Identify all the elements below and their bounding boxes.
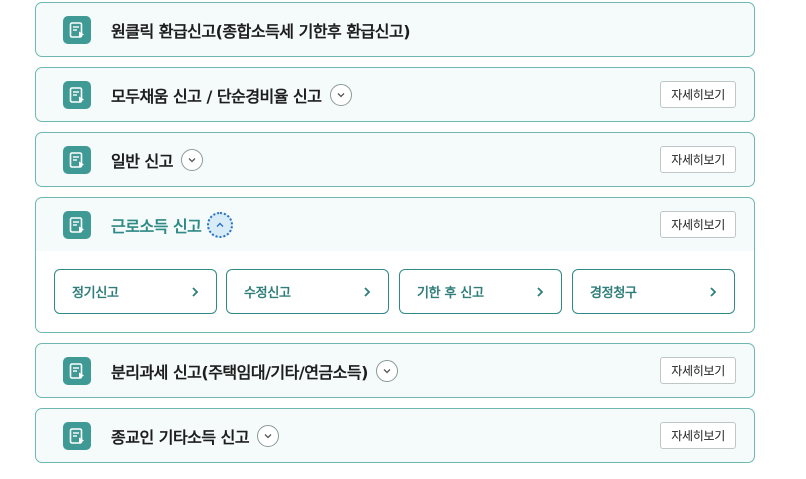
sub-option-late-report[interactable]: 기한 후 신고 [399,269,562,314]
sub-option-label: 정기신고 [72,286,119,301]
chevron-right-icon [192,286,199,297]
card-title: 원클릭 환급신고(종합소득세 기한후 환급신고) [111,21,411,41]
chevron-right-icon [364,286,371,297]
detail-view-button[interactable]: 자세히보기 [660,211,736,238]
document-play-icon [63,145,91,174]
sub-option-panel: 정기신고 수정신고 기한 후 신고 경정청구 [36,251,754,332]
report-card-earned-income: 근로소득 신고 자세히보기 정기신고 수정신고 기한 후 신고 경정청구 [35,197,755,333]
sub-option-label: 수정신고 [244,286,291,301]
chevron-up-icon [216,222,224,227]
document-play-icon [63,356,91,385]
collapse-toggle-button[interactable] [207,211,234,238]
card-title: 모두채움 신고 / 단순경비율 신고 [111,86,322,106]
sub-option-label: 기한 후 신고 [417,286,484,301]
card-title: 근로소득 신고 [111,216,202,236]
chevron-down-icon [337,92,344,97]
chevron-down-icon [383,368,391,373]
detail-view-button[interactable]: 자세히보기 [660,422,736,449]
chevron-right-icon [710,286,717,297]
report-card-oneclick-refund: 원클릭 환급신고(종합소득세 기한후 환급신고) [35,2,755,57]
sub-option-regular-report[interactable]: 정기신고 [54,269,217,314]
card-title: 분리과세 신고(주택임대/기타/연금소득) [111,362,368,382]
card-header[interactable]: 종교인 기타소득 신고 자세히보기 [36,409,754,462]
sub-option-label: 경정청구 [590,286,637,301]
card-header[interactable]: 원클릭 환급신고(종합소득세 기한후 환급신고) [36,3,754,56]
card-header[interactable]: 일반 신고 자세히보기 [36,133,754,186]
sub-option-amended-report[interactable]: 수정신고 [226,269,389,314]
chevron-down-icon [264,433,272,438]
expand-toggle-button[interactable] [180,148,203,171]
card-title: 종교인 기타소득 신고 [111,427,250,447]
report-type-list: 원클릭 환급신고(종합소득세 기한후 환급신고) 모두채움 신고 / 단순경비율… [35,2,755,473]
detail-view-button[interactable]: 자세히보기 [660,81,736,108]
report-card-simple-expense: 모두채움 신고 / 단순경비율 신고 자세히보기 [35,67,755,122]
expand-toggle-button[interactable] [375,359,398,382]
card-header[interactable]: 모두채움 신고 / 단순경비율 신고 자세히보기 [36,68,754,121]
document-play-icon [63,421,91,450]
report-card-general: 일반 신고 자세히보기 [35,132,755,187]
card-header[interactable]: 분리과세 신고(주택임대/기타/연금소득) 자세히보기 [36,344,754,397]
chevron-right-icon [537,286,544,297]
card-title: 일반 신고 [111,151,173,171]
document-play-icon [63,15,91,44]
card-header[interactable]: 근로소득 신고 자세히보기 [36,198,754,251]
report-card-separate-taxation: 분리과세 신고(주택임대/기타/연금소득) 자세히보기 [35,343,755,398]
document-play-icon [63,80,91,109]
sub-option-correction-claim[interactable]: 경정청구 [572,269,735,314]
detail-view-button[interactable]: 자세히보기 [660,146,736,173]
document-play-icon [63,210,91,239]
chevron-down-icon [188,157,196,162]
expand-toggle-button[interactable] [257,424,280,447]
report-card-religious-other-income: 종교인 기타소득 신고 자세히보기 [35,408,755,463]
detail-view-button[interactable]: 자세히보기 [660,357,736,384]
expand-toggle-button[interactable] [329,83,352,106]
